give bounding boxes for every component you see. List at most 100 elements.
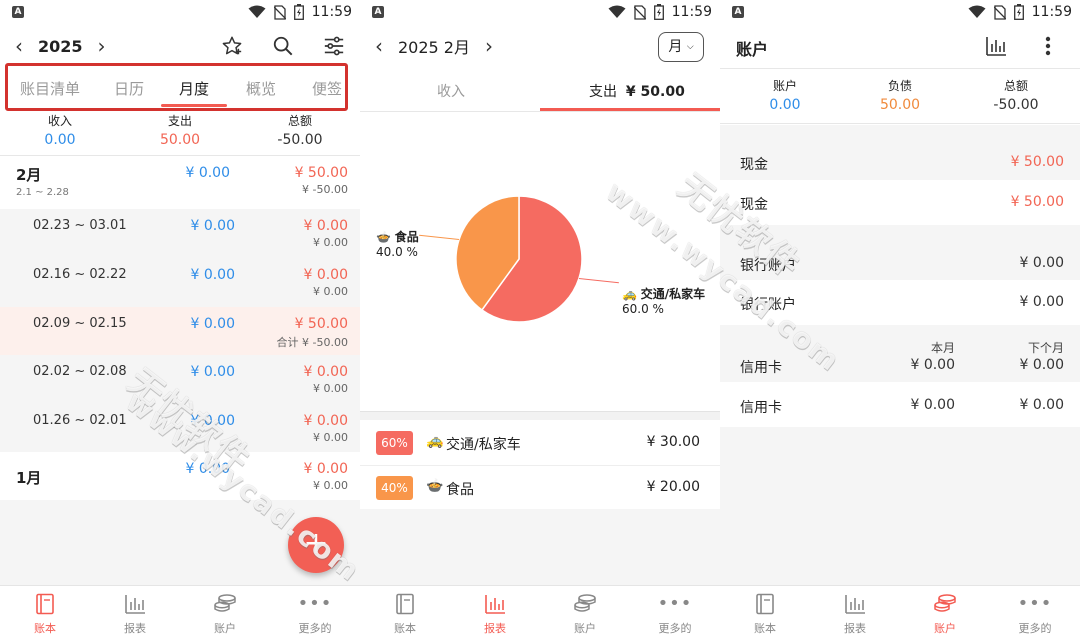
category-amount: ¥ 30.00 bbox=[646, 434, 700, 450]
coins-icon bbox=[934, 594, 956, 612]
coins-icon bbox=[214, 594, 236, 612]
nav-label: 更多的 bbox=[298, 622, 332, 635]
week-row-highlighted[interactable]: 02.09 ~ 02.15 ¥ 0.00 ¥ 50.00 合计 ¥ -50.00 bbox=[0, 307, 360, 355]
search-icon[interactable] bbox=[269, 32, 297, 60]
tab-expense[interactable]: 支出 ¥ 50.00 bbox=[589, 81, 685, 101]
nav-accounts[interactable]: 账户 bbox=[900, 592, 990, 636]
ledger-screen: A 11:59 ‹ 2025 › 账目清单 日历 月度 概览 便签 收入 0.0… bbox=[0, 0, 360, 640]
year-label: 2025 bbox=[38, 36, 83, 56]
transport-label: 交通/私家车 bbox=[640, 287, 706, 301]
nav-more[interactable]: ••• 更多的 bbox=[630, 592, 720, 636]
period-value: 月 bbox=[668, 39, 683, 55]
accounts-value: 0.00 bbox=[769, 97, 801, 113]
more-dots-icon: ••• bbox=[297, 593, 333, 614]
nav-more[interactable]: ••• 更多的 bbox=[270, 592, 360, 636]
bottom-nav: 账本 报表 账户 ••• 更多的 bbox=[0, 585, 360, 640]
next-month-button[interactable]: › bbox=[476, 34, 502, 58]
category-name: 食品 bbox=[446, 482, 474, 498]
week-income: ¥ 0.00 bbox=[190, 267, 235, 283]
month-net: ¥ 0.00 bbox=[313, 479, 348, 492]
nav-label: 报表 bbox=[124, 622, 146, 635]
bar-chart-icon bbox=[845, 595, 865, 614]
week-income: ¥ 0.00 bbox=[190, 316, 235, 332]
group-cash[interactable]: 现金 ¥ 50.00 bbox=[720, 125, 1080, 180]
expense-label: 支出 bbox=[167, 114, 192, 128]
nav-ledger[interactable]: 账本 bbox=[360, 592, 450, 636]
status-bar: A 11:59 bbox=[360, 0, 720, 26]
debt-label: 负债 bbox=[887, 79, 912, 93]
favorite-star-icon[interactable] bbox=[218, 32, 246, 60]
nav-reports[interactable]: 报表 bbox=[810, 592, 900, 636]
group-value: ¥ 0.00 bbox=[1019, 255, 1064, 271]
no-sim-icon bbox=[993, 4, 1006, 20]
no-sim-icon bbox=[633, 4, 646, 20]
account-item-bank[interactable]: 银行账户 ¥ 0.00 bbox=[720, 280, 1080, 325]
month-expense: ¥ 0.00 bbox=[303, 461, 348, 477]
nav-reports[interactable]: 报表 bbox=[90, 592, 180, 636]
week-income: ¥ 0.00 bbox=[190, 413, 235, 429]
nav-more[interactable]: ••• 更多的 bbox=[990, 592, 1080, 636]
overflow-menu-icon[interactable] bbox=[1034, 32, 1062, 60]
group-label: 现金 bbox=[740, 157, 768, 173]
month-row-jan[interactable]: 1月 ¥ 0.00 ¥ 0.00 ¥ 0.00 bbox=[0, 452, 360, 500]
status-bar: A 11:59 bbox=[0, 0, 360, 26]
group-bank[interactable]: 银行账户 ¥ 0.00 bbox=[720, 225, 1080, 280]
nav-reports[interactable]: 报表 bbox=[450, 592, 540, 636]
month-row-feb[interactable]: 2月 2.1 ~ 2.28 ¥ 0.00 ¥ 50.00 ¥ -50.00 bbox=[0, 156, 360, 209]
tab-income[interactable]: 收入 bbox=[437, 81, 465, 101]
account-item-credit-card[interactable]: 信用卡 ¥ 0.00 ¥ 0.00 bbox=[720, 382, 1080, 427]
nav-label: 更多的 bbox=[658, 622, 692, 635]
food-icon: 🍲 bbox=[376, 230, 391, 244]
prev-month-button[interactable]: ‹ bbox=[366, 34, 392, 58]
food-icon: 🍲 bbox=[426, 478, 444, 494]
group-credit-card[interactable]: 信用卡 本月 下个月 ¥ 0.00 ¥ 0.00 bbox=[720, 325, 1080, 382]
this-month-label: 本月 bbox=[930, 341, 955, 355]
next-year-button[interactable]: › bbox=[89, 34, 115, 58]
category-name: 交通/私家车 bbox=[446, 437, 521, 453]
nav-label: 账本 bbox=[34, 622, 56, 635]
next-month-label: 下个月 bbox=[1027, 341, 1064, 355]
week-expense: ¥ 0.00 bbox=[303, 364, 348, 380]
period-summary: 收入 0.00 支出 50.00 总额 -50.00 bbox=[0, 112, 360, 158]
nav-accounts[interactable]: 账户 bbox=[540, 592, 630, 636]
clock: 11:59 bbox=[671, 4, 712, 20]
week-row[interactable]: 02.16 ~ 02.22 ¥ 0.00 ¥ 0.00 ¥ 0.00 bbox=[0, 258, 360, 307]
battery-icon bbox=[293, 4, 304, 20]
week-net: ¥ 0.00 bbox=[313, 382, 348, 395]
add-record-button[interactable]: + bbox=[288, 517, 344, 573]
month-label: 2025 2月 bbox=[398, 38, 470, 57]
week-row[interactable]: 02.23 ~ 03.01 ¥ 0.00 ¥ 0.00 ¥ 0.00 bbox=[0, 209, 360, 258]
category-row-transport[interactable]: 60% 🚕 交通/私家车 ¥ 30.00 bbox=[360, 421, 720, 465]
book-icon bbox=[756, 593, 774, 615]
nav-accounts[interactable]: 账户 bbox=[180, 592, 270, 636]
category-row-food[interactable]: 40% 🍲 食品 ¥ 20.00 bbox=[360, 465, 720, 509]
week-range: 02.09 ~ 02.15 bbox=[33, 316, 127, 331]
week-net: 合计 ¥ -50.00 bbox=[276, 336, 348, 349]
percent-badge: 60% bbox=[376, 431, 413, 455]
week-expense: ¥ 50.00 bbox=[294, 316, 348, 332]
bar-chart-icon[interactable] bbox=[982, 32, 1010, 60]
notification-icon: A bbox=[732, 6, 744, 18]
status-bar: A 11:59 bbox=[720, 0, 1080, 26]
accounts-summary: 账户 0.00 负债 50.00 总额 -50.00 bbox=[720, 68, 1080, 124]
clock: 11:59 bbox=[1031, 4, 1072, 20]
prev-year-button[interactable]: ‹ bbox=[6, 34, 32, 58]
battery-icon bbox=[1013, 4, 1024, 20]
nav-ledger[interactable]: 账本 bbox=[720, 592, 810, 636]
nav-ledger[interactable]: 账本 bbox=[0, 592, 90, 636]
nav-label: 账本 bbox=[394, 622, 416, 635]
week-range: 02.16 ~ 02.22 bbox=[33, 267, 127, 282]
period-dropdown[interactable]: 月 ⌵ bbox=[658, 32, 704, 62]
account-item-cash[interactable]: 现金 ¥ 50.00 bbox=[720, 180, 1080, 225]
week-row[interactable]: 01.26 ~ 02.01 ¥ 0.00 ¥ 0.00 ¥ 0.00 bbox=[0, 404, 360, 452]
filter-settings-icon[interactable] bbox=[320, 32, 348, 60]
week-row[interactable]: 02.02 ~ 02.08 ¥ 0.00 ¥ 0.00 ¥ 0.00 bbox=[0, 355, 360, 404]
month-income: ¥ 0.00 bbox=[185, 165, 230, 181]
week-net: ¥ 0.00 bbox=[313, 431, 348, 444]
week-income: ¥ 0.00 bbox=[190, 218, 235, 234]
food-label: 食品 bbox=[394, 230, 419, 244]
month-expense: ¥ 50.00 bbox=[294, 165, 348, 181]
pie-leader-0 bbox=[578, 277, 619, 284]
section-divider bbox=[360, 411, 720, 420]
this-month-value: ¥ 0.00 bbox=[910, 357, 955, 373]
